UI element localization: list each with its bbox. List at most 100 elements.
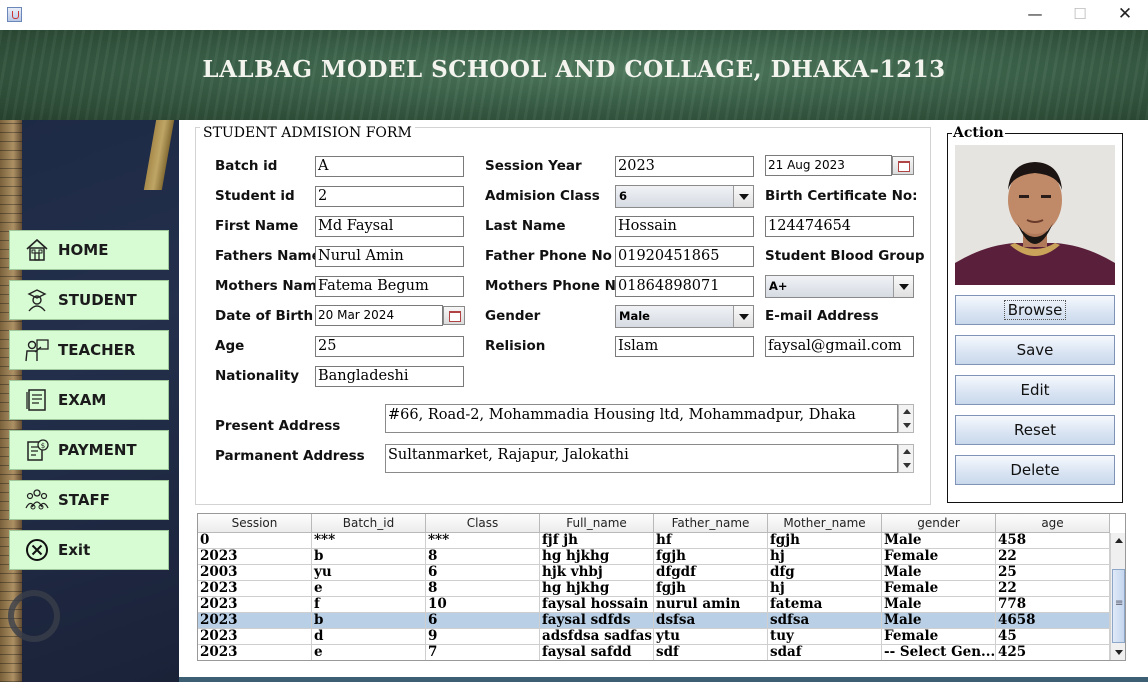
reset-button[interactable]: Reset [955, 415, 1115, 445]
batch-id-label: Batch id [215, 158, 278, 174]
table-row[interactable]: 2023 e 8 hg hjkhg fgjh hj Female 22 [198, 581, 1110, 597]
session-date-field[interactable]: 21 Aug 2023 [765, 155, 892, 176]
table-cell: 2023 [198, 629, 312, 645]
sidebar-item-student[interactable]: STUDENT [9, 280, 169, 320]
mothers-name-field[interactable]: Fatema Begum [315, 276, 464, 297]
fathers-name-field[interactable]: Nurul Amin [315, 246, 464, 267]
table-row[interactable]: 2003 yu 6 hjk vhbj dfgdf dfg Male 25 [198, 565, 1110, 581]
table-cell: fgjh [654, 549, 768, 565]
email-field[interactable]: faysal@gmail.com [765, 336, 914, 357]
sidebar-item-teacher[interactable]: TEACHER [9, 330, 169, 370]
java-app-icon [7, 7, 22, 22]
blood-group-value: A+ [769, 279, 788, 293]
scroll-down-icon[interactable] [1111, 645, 1125, 660]
table-cell: tuy [768, 629, 882, 645]
date-of-birth-field[interactable]: 20 Mar 2024 [315, 305, 443, 326]
table-scrollbar[interactable] [1110, 533, 1125, 660]
admision-class-select[interactable]: 6 [615, 185, 754, 208]
column-header[interactable]: Full_name [540, 514, 654, 533]
table-row[interactable]: 2023 b 8 hg hjkhg fgjh hj Female 22 [198, 549, 1110, 565]
table-cell: fjf jh [540, 533, 654, 549]
edit-button[interactable]: Edit [955, 375, 1115, 405]
gender-select[interactable]: Male [615, 305, 754, 328]
edit-button-label: Edit [1020, 381, 1050, 399]
delete-button[interactable]: Delete [955, 455, 1115, 485]
student-id-field[interactable]: 2 [315, 186, 464, 207]
first-name-field[interactable]: Md Faysal [315, 216, 464, 237]
present-address-scrollbar[interactable] [898, 404, 914, 433]
bottom-strip [179, 677, 1148, 682]
table-cell: sdfsa [768, 613, 882, 629]
gender-label: Gender [485, 308, 541, 324]
table-row[interactable]: 2023 f 10 faysal hossain nurul amin fatema Mal… [198, 597, 1110, 613]
save-button[interactable]: Save [955, 335, 1115, 365]
date-of-birth-calendar-icon[interactable] [443, 306, 465, 325]
close-button[interactable]: ✕ [1102, 0, 1148, 30]
email-label: E-mail Address [765, 308, 879, 324]
chevron-down-icon[interactable] [733, 306, 753, 327]
header-banner: LALBAG MODEL SCHOOL AND COLLAGE, DHAKA-1… [0, 30, 1148, 120]
nationality-field[interactable]: Bangladeshi [315, 366, 464, 387]
blood-group-select[interactable]: A+ [765, 275, 914, 298]
table-cell: Male [882, 613, 996, 629]
father-phone-field[interactable]: 01920451865 [615, 246, 754, 267]
table-cell: Male [882, 565, 996, 581]
table-row[interactable]: 0 *** *** fjf jh hf fgjh Male 458 [198, 533, 1110, 549]
table-cell: *** [312, 533, 426, 549]
birth-certificate-label: Birth Certificate No: [765, 188, 918, 204]
scroll-up-icon[interactable] [1111, 533, 1125, 549]
table-cell: 9 [426, 629, 540, 645]
column-header[interactable]: Father_name [654, 514, 768, 533]
browse-button[interactable]: Browse [955, 295, 1115, 325]
table-cell: hjk vhbj [540, 565, 654, 581]
chevron-down-icon[interactable] [733, 186, 753, 207]
table-cell: 6 [426, 565, 540, 581]
scroll-thumb[interactable] [1112, 569, 1125, 643]
session-date-calendar-icon[interactable] [892, 156, 914, 175]
browse-button-label: Browse [1003, 300, 1067, 320]
sidebar-item-exit[interactable]: Exit [9, 530, 169, 570]
teacher-icon [24, 337, 50, 363]
sidebar-item-staff[interactable]: STAFF [9, 480, 169, 520]
exam-icon [24, 387, 50, 413]
present-address-field[interactable]: #66, Road-2, Mohammadia Housing ltd, Moh… [385, 404, 898, 433]
column-header[interactable]: Mother_name [768, 514, 882, 533]
table-row[interactable]: 2023 e 7 faysal safdd sdf sdaf -- Select Gen..… [198, 645, 1110, 660]
maximize-button[interactable]: ☐ [1057, 0, 1103, 30]
table-cell: Female [882, 549, 996, 565]
gender-value: Male [619, 309, 650, 323]
column-header[interactable]: Session [198, 514, 312, 533]
last-name-label: Last Name [485, 218, 566, 234]
table-row[interactable]: 2023 d 9 adsfdsa sadfas ytu tuy Female 45 [198, 629, 1110, 645]
column-header[interactable]: Class [426, 514, 540, 533]
batch-id-field[interactable]: A [315, 156, 464, 177]
birth-certificate-field[interactable]: 124474654 [765, 216, 914, 237]
table-cell: 2023 [198, 645, 312, 660]
pencil-decoration [143, 120, 175, 190]
permanent-address-field[interactable]: Sultanmarket, Rajapur, Jalokathi [385, 444, 898, 473]
column-header[interactable]: Batch_id [312, 514, 426, 533]
sidebar-item-exam[interactable]: EXAM [9, 380, 169, 420]
table-row[interactable]: 2023 b 6 faysal sdfds dsfsa sdfsa Male 4658 [198, 613, 1110, 629]
age-field[interactable]: 25 [315, 336, 464, 357]
permanent-address-scrollbar[interactable] [898, 444, 914, 473]
sidebar-item-payment[interactable]: $ PAYMENT [9, 430, 169, 470]
chevron-down-icon[interactable] [893, 276, 913, 297]
session-year-field[interactable]: 2023 [615, 156, 754, 177]
last-name-field[interactable]: Hossain [615, 216, 754, 237]
session-year-label: Session Year [485, 158, 582, 174]
action-title: Action [952, 125, 1005, 141]
column-header[interactable]: gender [882, 514, 996, 533]
relision-field[interactable]: Islam [615, 336, 754, 357]
minimize-button[interactable]: — [1012, 0, 1058, 30]
column-header[interactable]: age [996, 514, 1110, 533]
mothers-name-label: Mothers Name [215, 278, 326, 294]
table-cell: 4658 [996, 613, 1110, 629]
sidebar-item-home[interactable]: HOME [9, 230, 169, 270]
table-cell: 22 [996, 549, 1110, 565]
table-cell: Male [882, 597, 996, 613]
students-table[interactable]: Session Batch_id Class Full_name Father_name… [197, 513, 1126, 661]
mothers-phone-field[interactable]: 01864898071 [615, 276, 754, 297]
table-cell: e [312, 645, 426, 660]
fathers-name-label: Fathers Name [215, 248, 321, 264]
